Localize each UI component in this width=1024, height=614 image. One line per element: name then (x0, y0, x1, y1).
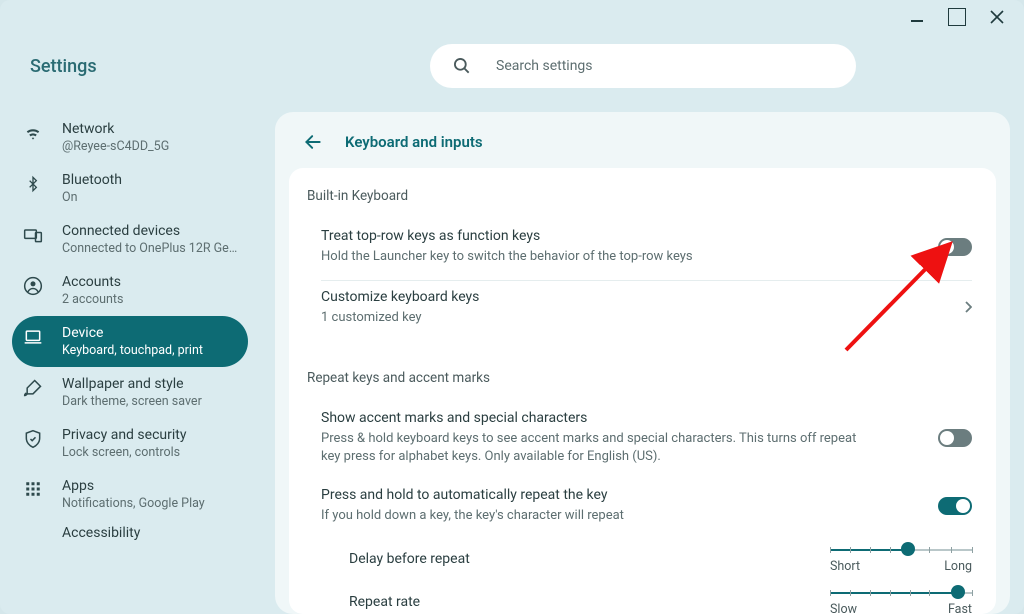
row-repeat-rate: Repeat rate Slow (307, 582, 972, 614)
account-icon (20, 274, 46, 296)
row-sub: If you hold down a key, the key's charac… (321, 507, 878, 525)
wifi-icon (20, 121, 46, 143)
slider-max-label: Long (944, 559, 972, 574)
sidebar-item-sub: Notifications, Google Play (62, 496, 238, 511)
brush-icon (20, 376, 46, 398)
sidebar-item-connected-devices[interactable]: Connected devices Connected to OnePlus 1… (12, 214, 248, 265)
row-sub: Press & hold keyboard keys to see accent… (321, 430, 878, 465)
laptop-icon (20, 325, 46, 347)
row-title: Press and hold to automatically repeat t… (321, 487, 878, 503)
row-title: Customize keyboard keys (321, 289, 904, 305)
sidebar-item-accessibility[interactable]: Accessibility (12, 516, 248, 566)
switch-accent-marks[interactable] (938, 429, 972, 447)
slider-min-label: Slow (830, 602, 857, 614)
app-title: Settings (30, 56, 97, 77)
row-title: Treat top-row keys as function keys (321, 228, 878, 244)
sidebar-item-network[interactable]: Network @Reyee-sC4DD_5G (12, 112, 248, 163)
sidebar-item-privacy[interactable]: Privacy and security Lock screen, contro… (12, 418, 248, 469)
chevron-right-icon (964, 298, 972, 317)
search-icon (452, 56, 472, 76)
search-placeholder: Search settings (496, 58, 593, 74)
sidebar-item-label: Bluetooth (62, 172, 238, 188)
slider-label: Delay before repeat (349, 551, 649, 567)
slider-delay[interactable] (830, 545, 972, 555)
sidebar-item-label: Connected devices (62, 223, 238, 239)
switch-top-row-keys[interactable] (938, 238, 972, 256)
row-press-hold-repeat: Press and hold to automatically repeat t… (307, 479, 972, 539)
sidebar-item-label: Privacy and security (62, 427, 238, 443)
sidebar-item-sub: Keyboard, touchpad, print (62, 343, 238, 358)
slider-min-label: Short (830, 559, 860, 574)
sidebar-item-sub: Dark theme, screen saver (62, 394, 238, 409)
slider-rate[interactable] (830, 588, 972, 598)
shield-icon (20, 427, 46, 449)
main-panel: Keyboard and inputs Built-in Keyboard Tr… (275, 112, 1010, 614)
sidebar-item-sub: Connected to OnePlus 12R Gens... (62, 241, 238, 256)
sidebar-item-sub: 2 accounts (62, 292, 238, 307)
sidebar-item-sub: On (62, 190, 238, 205)
row-title: Show accent marks and special characters (321, 410, 878, 426)
sidebar-item-label: Wallpaper and style (62, 376, 238, 392)
apps-icon (20, 478, 46, 498)
slider-label: Repeat rate (349, 594, 649, 610)
row-sub: Hold the Launcher key to switch the beha… (321, 248, 878, 266)
section-header-repeat: Repeat keys and accent marks (307, 370, 972, 386)
section-header-builtin: Built-in Keyboard (307, 188, 972, 204)
page-title: Keyboard and inputs (345, 133, 483, 151)
back-button[interactable] (303, 132, 323, 152)
sidebar-item-label: Accessibility (62, 525, 238, 541)
sidebar: Network @Reyee-sC4DD_5G Bluetooth On Con… (0, 112, 260, 614)
sidebar-item-bluetooth[interactable]: Bluetooth On (12, 163, 248, 214)
search-input[interactable]: Search settings (430, 44, 856, 88)
sidebar-item-apps[interactable]: Apps Notifications, Google Play (12, 469, 248, 520)
slider-max-label: Fast (948, 602, 972, 614)
row-accent-marks: Show accent marks and special characters… (307, 402, 972, 479)
row-customize-keys[interactable]: Customize keyboard keys 1 customized key (307, 281, 972, 341)
row-delay-before-repeat: Delay before repeat (307, 539, 972, 582)
sidebar-item-label: Device (62, 325, 238, 341)
bluetooth-icon (20, 172, 46, 194)
sidebar-item-sub: Lock screen, controls (62, 445, 238, 460)
sidebar-item-accounts[interactable]: Accounts 2 accounts (12, 265, 248, 316)
row-sub: 1 customized key (321, 309, 904, 327)
accessibility-icon (20, 525, 46, 527)
sidebar-item-label: Network (62, 121, 238, 137)
devices-icon (20, 223, 46, 245)
sidebar-item-label: Apps (62, 478, 238, 494)
sidebar-item-sub: @Reyee-sC4DD_5G (62, 139, 238, 154)
sidebar-item-wallpaper[interactable]: Wallpaper and style Dark theme, screen s… (12, 367, 248, 418)
row-top-row-keys: Treat top-row keys as function keys Hold… (307, 220, 972, 280)
switch-press-hold-repeat[interactable] (938, 497, 972, 515)
sidebar-item-label: Accounts (62, 274, 238, 290)
sidebar-item-device[interactable]: Device Keyboard, touchpad, print (12, 316, 248, 367)
